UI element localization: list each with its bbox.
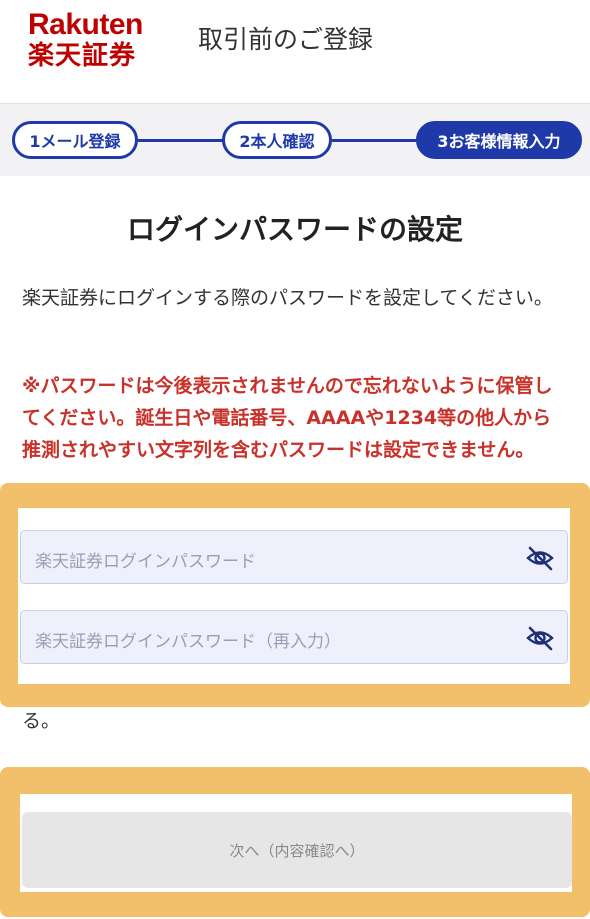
rakuten-logo[interactable]: Rakuten 楽天証券 bbox=[28, 10, 143, 72]
next-button[interactable]: 次へ（内容確認へ） bbox=[22, 812, 572, 888]
step-connector bbox=[138, 139, 224, 142]
step-identity-verification: 2本人確認 bbox=[222, 121, 332, 159]
step-email-registration: 1メール登録 bbox=[12, 121, 138, 159]
section-title: ログインパスワードの設定 bbox=[126, 213, 463, 246]
header: Rakuten 楽天証券 取引前のご登録 bbox=[0, 0, 590, 104]
page-header-title: 取引前のご登録 bbox=[198, 25, 374, 54]
trailing-text: る。 bbox=[22, 710, 61, 732]
logo-text-en: Rakuten bbox=[28, 8, 143, 41]
password-input[interactable]: 楽天証券ログインパスワード bbox=[20, 530, 568, 584]
warning-text: ※パスワードは今後表示されませんので忘れないように保管してください。誕生日や電話… bbox=[22, 375, 553, 461]
logo-text-jp: 楽天証券 bbox=[28, 41, 137, 71]
description-text: 楽天証券にログインする際のパスワードを設定してください。 bbox=[22, 287, 553, 309]
progress-stepper: 1メール登録 2本人確認 3お客様情報入力 bbox=[0, 104, 590, 176]
password-confirm-input[interactable]: 楽天証券ログインパスワード（再入力） bbox=[20, 610, 568, 664]
password-confirm-placeholder: 楽天証券ログインパスワード（再入力） bbox=[35, 632, 341, 652]
eye-slash-icon[interactable] bbox=[525, 544, 555, 572]
main-content: ログインパスワードの設定 楽天証券にログインする際のパスワードを設定してください… bbox=[0, 176, 590, 919]
eye-slash-icon[interactable] bbox=[525, 624, 555, 652]
step-connector bbox=[332, 139, 418, 142]
step-customer-info: 3お客様情報入力 bbox=[416, 121, 582, 159]
password-placeholder: 楽天証券ログインパスワード bbox=[35, 552, 256, 572]
